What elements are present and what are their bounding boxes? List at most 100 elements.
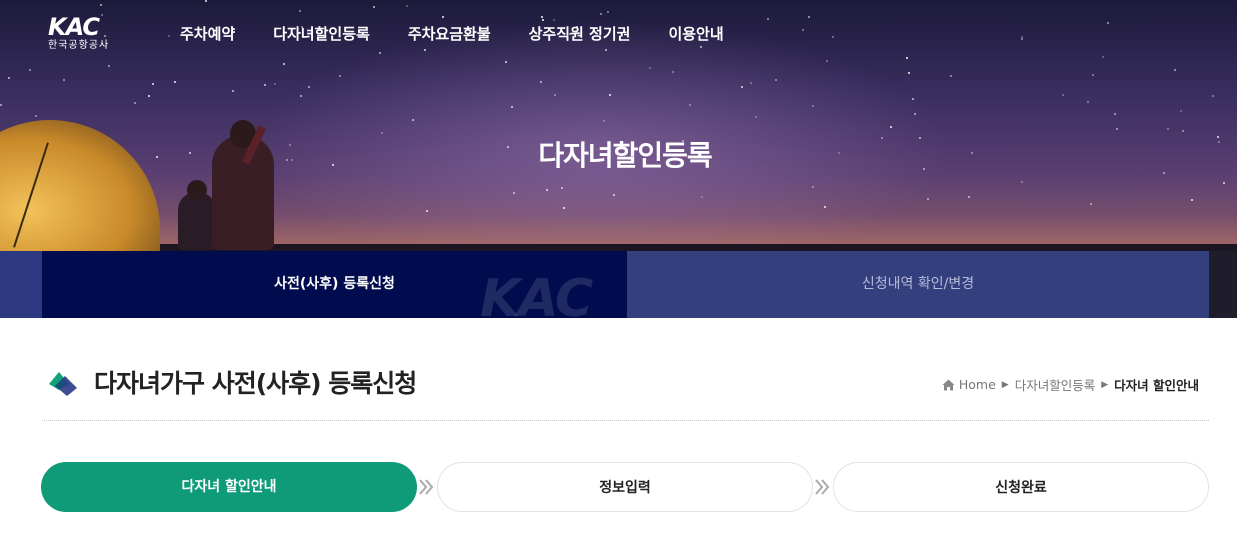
star <box>912 98 914 100</box>
star <box>300 95 302 97</box>
star <box>168 35 170 37</box>
star <box>540 81 542 83</box>
star <box>134 102 136 104</box>
main-nav: 주차예약 다자녀할인등록 주차요금환불 상주직원 정기권 이용안내 <box>180 22 762 46</box>
star <box>689 104 691 106</box>
child-silhouette <box>178 192 216 250</box>
star <box>741 86 743 88</box>
tabbar-right-edge <box>1209 251 1237 318</box>
star <box>906 57 908 59</box>
star <box>108 65 110 67</box>
nav-item-multichild-discount[interactable]: 다자녀할인등록 <box>273 22 370 46</box>
star <box>950 75 952 77</box>
star <box>908 72 910 74</box>
star <box>613 194 615 196</box>
breadcrumb-separator-icon: ▶ <box>1001 379 1009 390</box>
star <box>63 79 65 81</box>
home-icon[interactable] <box>942 379 955 391</box>
star <box>308 86 310 88</box>
step-application-complete: 신청완료 <box>833 462 1209 512</box>
breadcrumb-separator-icon: ▶ <box>1101 379 1109 390</box>
star <box>1107 22 1109 24</box>
star <box>1092 74 1094 76</box>
star <box>232 90 234 92</box>
breadcrumb-item-multichild[interactable]: 다자녀할인등록 <box>1015 375 1096 394</box>
star <box>808 16 810 18</box>
star <box>274 83 276 85</box>
star <box>100 4 102 6</box>
star <box>1212 95 1214 97</box>
star <box>406 5 408 7</box>
hero-title: 다자녀할인등록 <box>538 139 712 172</box>
star <box>1021 38 1023 40</box>
star <box>914 113 916 115</box>
star <box>174 81 176 83</box>
star <box>283 63 285 65</box>
page-title: 다자녀가구 사전(사후) 등록신청 <box>94 369 417 398</box>
star <box>426 210 428 212</box>
star <box>1223 182 1225 184</box>
star <box>607 11 609 13</box>
star <box>553 19 555 21</box>
breadcrumb: Home ▶ 다자녀할인등록 ▶ 다자녀 할인안내 <box>942 375 1199 394</box>
star <box>299 10 301 12</box>
sub-tab-bar: 사전(사후) 등록신청 신청내역 확인/변경 KAC <box>0 251 1237 318</box>
star <box>890 126 892 128</box>
star <box>1180 110 1182 112</box>
star <box>755 116 757 118</box>
breadcrumb-home[interactable]: Home <box>959 377 996 392</box>
star <box>379 52 381 54</box>
star <box>1116 128 1118 130</box>
star <box>1167 128 1169 130</box>
step-discount-guide: 다자녀 할인안내 <box>41 462 417 512</box>
nav-item-staff-pass[interactable]: 상주직원 정기권 <box>529 22 631 46</box>
star <box>927 198 929 200</box>
star <box>812 186 814 188</box>
star <box>339 75 341 77</box>
kac-watermark: KAC <box>480 269 593 318</box>
star <box>561 187 563 189</box>
child-head <box>187 180 207 200</box>
star <box>1102 56 1104 58</box>
star <box>775 79 777 81</box>
star <box>1114 113 1116 115</box>
step-information-input: 정보입력 <box>437 462 813 512</box>
star <box>541 16 543 18</box>
star <box>1021 181 1023 183</box>
nav-item-parking-reservation[interactable]: 주차예약 <box>180 22 235 46</box>
tabbar-left-edge <box>0 251 42 318</box>
star <box>812 105 814 107</box>
star <box>824 206 826 208</box>
double-chevron-right-icon <box>815 479 830 495</box>
star <box>649 67 651 69</box>
star <box>505 61 507 63</box>
star <box>0 104 2 106</box>
star <box>1062 94 1064 96</box>
nav-item-parking-refund[interactable]: 주차요금환불 <box>408 22 491 46</box>
star <box>264 84 266 86</box>
star <box>542 19 544 21</box>
star <box>412 119 414 121</box>
star <box>511 106 513 108</box>
title-icon <box>49 372 77 396</box>
star <box>767 18 769 20</box>
star <box>1090 203 1092 205</box>
star <box>968 196 970 198</box>
logo-mark: KAC <box>48 13 100 41</box>
star <box>1182 130 1184 132</box>
star <box>1174 69 1176 71</box>
star <box>546 189 548 191</box>
star <box>600 13 602 15</box>
star <box>700 46 702 48</box>
kac-logo[interactable]: KAC 한국공항공사 <box>48 14 120 56</box>
star <box>802 29 804 31</box>
star <box>152 83 154 85</box>
star <box>750 82 752 84</box>
logo-subtitle: 한국공항공사 <box>48 40 110 51</box>
nav-item-usage-guide[interactable]: 이용안내 <box>668 22 723 46</box>
star <box>8 77 10 79</box>
star <box>701 196 703 198</box>
star <box>1191 199 1193 201</box>
tab-check-change-application[interactable]: 신청내역 확인/변경 <box>627 251 1209 318</box>
star <box>148 95 150 97</box>
